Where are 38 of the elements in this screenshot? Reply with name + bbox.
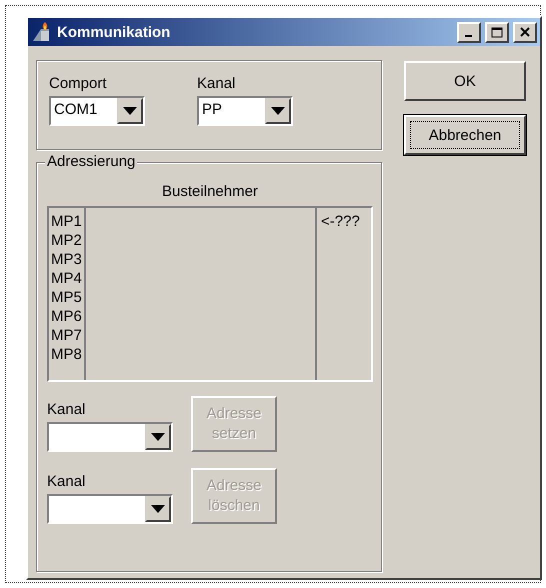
list-item[interactable]: MP1 [51,212,82,231]
field-label: Kanal [197,75,236,92]
dropdown[interactable] [47,494,173,524]
list-item[interactable]: MP5 [51,288,82,307]
maximize-icon [491,26,503,38]
caret-icon [271,107,285,115]
list-item[interactable]: MP7 [51,326,82,345]
dropdown[interactable] [47,422,173,452]
dropdown-button[interactable] [145,424,171,450]
group-title: Adressierung [45,153,138,170]
maximize-button[interactable] [485,22,509,42]
list-item[interactable]: MP4 [51,269,82,288]
dialog-button[interactable]: Abbrechen [404,115,526,155]
close-button[interactable] [513,22,537,42]
dropdown-value: COM1 [53,100,98,120]
dropdown-button[interactable] [265,98,291,124]
field-label: Kanal [47,473,86,490]
dropdown-button[interactable] [145,496,171,522]
caret-icon [151,433,165,441]
field-label: Kanal [47,401,86,418]
dialog-button[interactable]: OK [404,61,526,101]
list-item[interactable]: MP2 [51,231,82,250]
caret-icon [123,107,137,115]
field-label: Comport [49,75,108,92]
list-item[interactable]: MP6 [51,307,82,326]
dropdown[interactable]: PP [197,96,293,126]
dropdown[interactable]: COM1 [49,96,145,126]
dropdown-value: PP [201,100,224,120]
caret-icon [151,505,165,513]
minimize-button[interactable] [457,22,481,42]
list-title: Busteilnehmer [162,183,258,200]
status-text: <-??? [321,212,361,231]
minimize-icon [464,35,472,37]
close-icon [520,27,530,37]
dropdown-button[interactable] [117,98,143,124]
window-title: Kommunikation [57,24,172,40]
list-item[interactable]: MP8 [51,345,82,364]
list-item[interactable]: MP3 [51,250,82,269]
